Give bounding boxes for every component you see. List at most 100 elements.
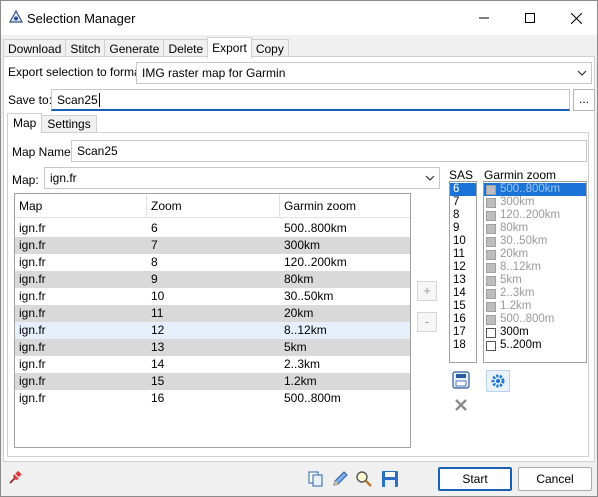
cell-zoom: 14 [151,357,165,371]
format-label: Export selection to format [8,65,145,79]
garmin-zoom-list-item[interactable]: 5km [484,274,586,287]
format-select[interactable]: IMG raster map for Garmin [136,62,592,84]
sas-list-item[interactable]: 11 [450,248,476,261]
garmin-zoom-list-item[interactable]: 120..200km [484,209,586,222]
sas-list-item[interactable]: 13 [450,274,476,287]
sas-list-item[interactable]: 6 [450,183,476,196]
tab-settings[interactable]: Settings [41,115,97,133]
start-button[interactable]: Start [438,467,512,491]
save-to-input[interactable]: Scan25 [51,89,570,111]
sas-list-item[interactable]: 7 [450,196,476,209]
table-row[interactable]: ign.fr 11 20km [15,305,410,322]
cell-map: ign.fr [19,323,46,337]
table-row[interactable]: ign.fr 15 1.2km [15,373,410,390]
garmin-zoom-list-item[interactable]: 2..3km [484,287,586,300]
map-name-input[interactable]: Scan25 [71,140,587,162]
delete-icon[interactable] [452,396,470,414]
garmin-zoom-list[interactable]: 500..800km 300km 120..200km 80km 30..50km 20k… [483,181,587,363]
garmin-zoom-item-label: 30..50km [500,235,548,247]
garmin-zoom-list-item[interactable]: 5..200m [484,339,586,352]
table-row[interactable]: ign.fr 12 8..12km [15,322,410,339]
cancel-button[interactable]: Cancel [518,467,592,491]
sas-list-item[interactable]: 17 [450,326,476,339]
cell-map: ign.fr [19,289,46,303]
tab-export[interactable]: Export [207,37,252,58]
cell-map: ign.fr [19,221,46,235]
garmin-zoom-list-item[interactable]: 500..800m [484,313,586,326]
map-select[interactable]: ign.fr [44,167,440,189]
table-row[interactable]: ign.fr 6 500..800km [15,220,410,237]
column-header-map[interactable]: Map [15,194,147,218]
sub-tabs: Map Settings [7,113,97,133]
column-header-garmin-zoom[interactable]: Garmin zoom [280,194,410,218]
checkbox[interactable] [486,288,496,299]
map-name-label: Map Name: [12,145,75,159]
checkbox[interactable] [486,236,496,247]
minimize-button[interactable] [461,1,507,35]
checkbox[interactable] [486,327,496,338]
checkbox[interactable] [486,301,496,312]
sas-list-item[interactable]: 12 [450,261,476,274]
sas-list[interactable]: 6 7 8 9 10 11 12 13 14 15 16 17 18 [449,181,477,363]
settings-gear-icon[interactable] [486,370,510,392]
close-icon [570,12,582,24]
checkbox[interactable] [486,184,496,195]
minimize-icon [479,17,489,19]
save-preset-icon[interactable] [452,371,470,389]
garmin-zoom-item-label: 20km [500,248,529,260]
garmin-zoom-item-label: 120..200km [500,209,561,221]
table-row[interactable]: ign.fr 7 300km [15,237,410,254]
bottom-bar: Start Cancel [1,462,597,496]
garmin-zoom-list-item[interactable]: 30..50km [484,235,586,248]
sas-list-item[interactable]: 9 [450,222,476,235]
table-row[interactable]: ign.fr 10 30..50km [15,288,410,305]
sas-list-item[interactable]: 16 [450,313,476,326]
sas-list-item[interactable]: 10 [450,235,476,248]
table-row[interactable]: ign.fr 8 120..200km [15,254,410,271]
checkbox[interactable] [486,197,496,208]
cell-garmin-zoom: 2..3km [284,357,321,371]
pencil-icon[interactable] [331,470,349,488]
garmin-zoom-list-item[interactable]: 300m [484,326,586,339]
cell-map: ign.fr [19,391,46,405]
checkbox[interactable] [486,314,496,325]
column-header-zoom[interactable]: Zoom [147,194,280,218]
table-row[interactable]: ign.fr 16 500..800m [15,390,410,407]
table-row[interactable]: ign.fr 14 2..3km [15,356,410,373]
sas-list-item[interactable]: 14 [450,287,476,300]
sas-list-item[interactable]: 8 [450,209,476,222]
sas-list-item[interactable]: 18 [450,339,476,352]
save-icon[interactable] [381,470,399,488]
checkbox[interactable] [486,249,496,260]
maximize-button[interactable] [507,1,553,35]
checkbox[interactable] [486,262,496,273]
garmin-zoom-list-item[interactable]: 20km [484,248,586,261]
cell-map: ign.fr [19,306,46,320]
checkbox[interactable] [486,223,496,234]
sas-list-item[interactable]: 15 [450,300,476,313]
garmin-zoom-list-item[interactable]: 8..12km [484,261,586,274]
pin-icon[interactable] [7,470,25,488]
copy-icon[interactable] [307,470,325,488]
garmin-zoom-list-item[interactable]: 500..800km [484,183,586,196]
close-button[interactable] [553,1,598,35]
cell-garmin-zoom: 500..800m [284,391,341,405]
garmin-zoom-label: Garmin zoom [484,168,557,182]
save-to-label: Save to: [8,93,53,107]
garmin-zoom-list-item[interactable]: 1.2km [484,300,586,313]
add-button[interactable]: + [417,281,437,301]
garmin-zoom-item-label: 500..800km [500,183,561,195]
table-row[interactable]: ign.fr 13 5km [15,339,410,356]
checkbox[interactable] [486,275,496,286]
map-value: ign.fr [50,171,77,185]
cell-garmin-zoom: 1.2km [284,374,317,388]
table-row[interactable]: ign.fr 9 80km [15,271,410,288]
zoom-icon[interactable] [355,470,373,488]
remove-button[interactable]: - [417,312,437,332]
browse-button[interactable]: ... [573,89,595,111]
garmin-zoom-list-item[interactable]: 80km [484,222,586,235]
checkbox[interactable] [486,210,496,221]
tab-map[interactable]: Map [7,113,43,133]
garmin-zoom-list-item[interactable]: 300km [484,196,586,209]
checkbox[interactable] [486,340,496,351]
